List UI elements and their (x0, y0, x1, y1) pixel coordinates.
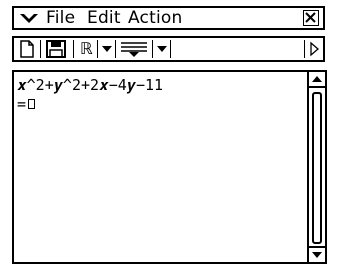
chevron-down-icon[interactable] (18, 9, 40, 27)
document-area[interactable]: 𝒙^2+𝒚^2+2𝒙−4𝒚−11 = (12, 70, 327, 264)
toolbar-divider (40, 40, 41, 58)
result-line[interactable]: = (17, 95, 36, 113)
toolbar-divider (73, 40, 74, 58)
equals-sign: = (17, 95, 27, 113)
toolbar: ℝ (12, 36, 325, 62)
dropdown-arrow-icon[interactable] (100, 39, 114, 59)
toolbar-divider (170, 40, 171, 58)
save-icon[interactable] (45, 39, 67, 59)
close-button[interactable] (303, 10, 319, 26)
toolbar-divider (115, 40, 116, 58)
toolbar-divider (152, 40, 153, 58)
scroll-down-button[interactable] (309, 246, 325, 262)
toolbar-divider (97, 40, 98, 58)
real-mode-button[interactable]: ℝ (80, 39, 93, 59)
scroll-thumb[interactable] (312, 92, 322, 244)
new-file-icon[interactable] (18, 39, 36, 59)
arrow-up-icon (312, 76, 322, 82)
expression-line[interactable]: 𝒙^2+𝒚^2+2𝒙−4𝒚−11 (17, 77, 163, 93)
toolbar-divider (304, 40, 305, 58)
vertical-scrollbar[interactable] (307, 72, 325, 262)
input-cursor[interactable] (28, 99, 36, 109)
scroll-up-button[interactable] (309, 72, 325, 88)
scroll-right-icon[interactable] (308, 39, 320, 59)
close-icon (305, 12, 316, 23)
menu-bar: File Edit Action (12, 6, 325, 30)
menu-file[interactable]: File (46, 8, 75, 28)
filter-icon[interactable] (118, 39, 150, 59)
dropdown-arrow-icon[interactable] (155, 39, 169, 59)
menu-action[interactable]: Action (128, 8, 182, 28)
arrow-down-icon (312, 252, 322, 258)
menu-edit[interactable]: Edit (87, 8, 121, 28)
